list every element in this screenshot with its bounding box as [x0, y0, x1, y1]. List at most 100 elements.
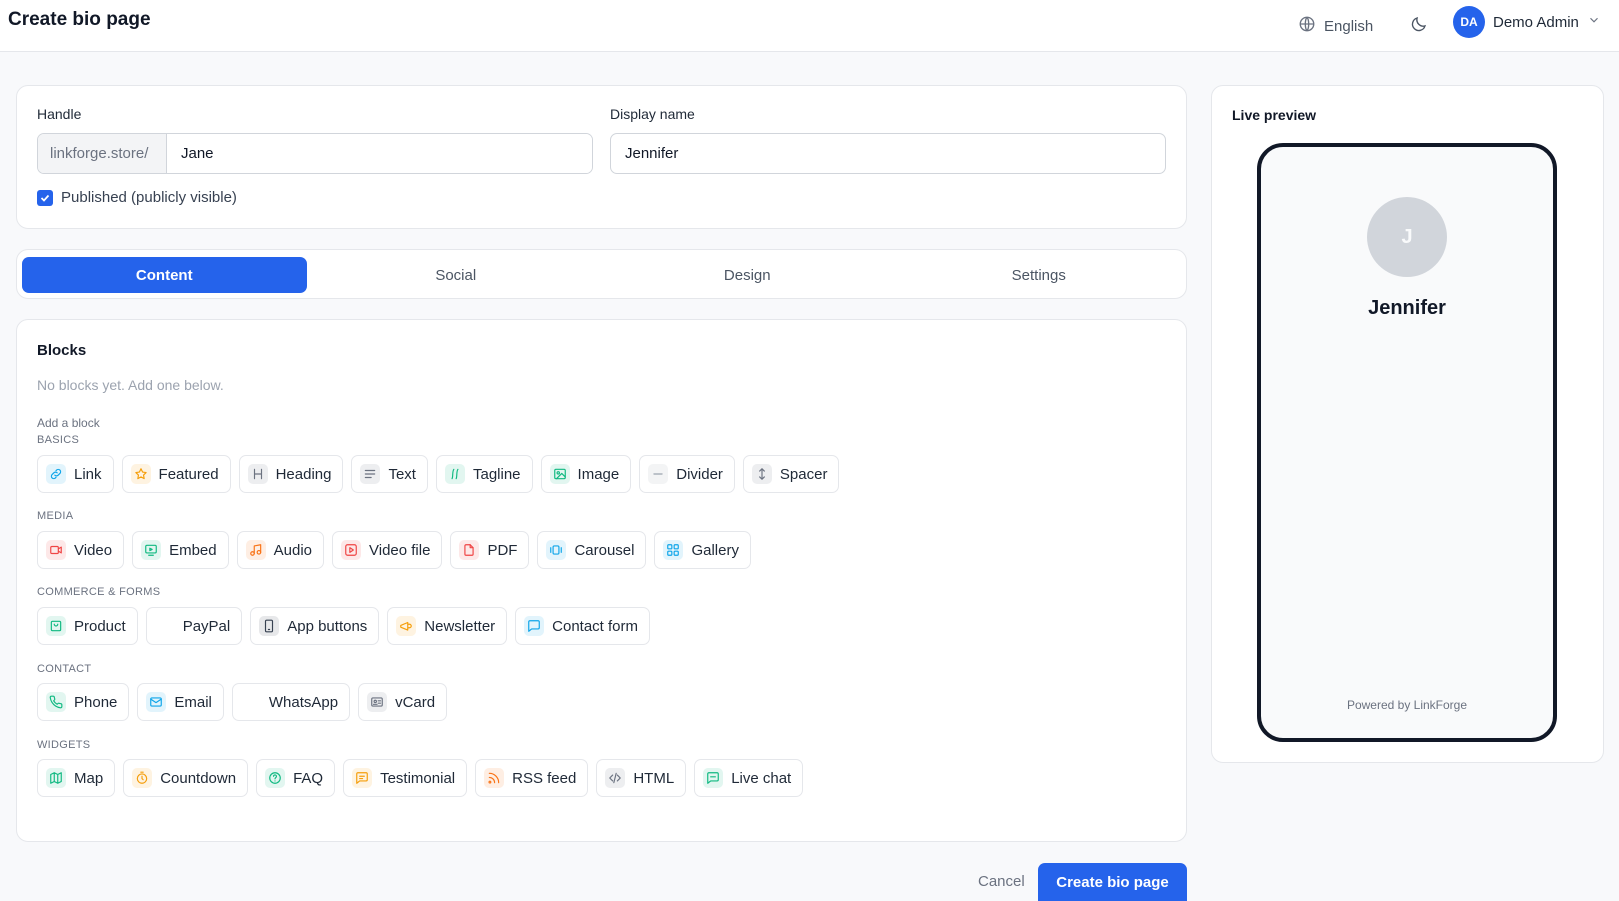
display-name-input[interactable] [610, 133, 1166, 174]
block-label: RSS feed [512, 769, 577, 787]
handle-input[interactable] [167, 134, 592, 173]
block-label: Carousel [574, 541, 635, 559]
moon-icon [1410, 15, 1428, 38]
add-block-email-button[interactable]: Email [137, 683, 224, 721]
add-block-video-button[interactable]: Video [37, 531, 125, 569]
mail-icon [146, 692, 167, 712]
add-block-video-file-button[interactable]: Video file [332, 531, 443, 569]
chat-icon [703, 768, 724, 788]
block-group-widgets: Map Countdown FAQ Testimonial RSS feed HTML Li… [37, 759, 804, 797]
handle-prefix: linkforge.store/ [38, 134, 167, 173]
block-label: Countdown [160, 769, 237, 787]
add-block-paypal-button[interactable]: PayPal [145, 607, 243, 645]
add-block-carousel-button[interactable]: Carousel [537, 531, 647, 569]
add-block-image-button[interactable]: Image [540, 455, 632, 493]
add-block-testimonial-button[interactable]: Testimonial [343, 759, 468, 797]
add-block-whatsapp-button[interactable]: WhatsApp [231, 683, 351, 721]
add-block-html-button[interactable]: HTML [596, 759, 687, 797]
add-block-rss-feed-button[interactable]: RSS feed [475, 759, 589, 797]
pdf-icon [459, 540, 480, 560]
block-label: Heading [275, 465, 332, 483]
block-label: Video [74, 541, 113, 559]
tab-design[interactable]: Design [605, 257, 890, 293]
top-bar: Create bio page English DA Demo Admin [0, 0, 1619, 52]
add-block-link-button[interactable]: Link [37, 455, 114, 493]
add-block-countdown-button[interactable]: Countdown [123, 759, 249, 797]
spacer-icon [751, 464, 772, 484]
block-label: Featured [158, 465, 219, 483]
add-block-vcard-button[interactable]: vCard [358, 683, 448, 721]
megaphone-icon [396, 616, 417, 636]
block-label: Contact form [552, 617, 639, 635]
whatsapp-icon [241, 692, 261, 712]
video-file-icon [341, 540, 361, 560]
blocks-title: Blocks [37, 342, 87, 359]
display-name-label: Display name [610, 106, 695, 122]
add-block-phone-button[interactable]: Phone [37, 683, 130, 721]
code-icon [605, 768, 626, 788]
block-label: Newsletter [424, 617, 496, 635]
link-icon [46, 464, 66, 484]
block-group-media: Video Embed Audio Video file PDF Carousel Gall… [37, 531, 751, 569]
tab-settings[interactable]: Settings [897, 257, 1182, 293]
block-group-commerce-forms: Product PayPal App buttons Newsletter Contac… [37, 607, 651, 645]
add-block-pdf-button[interactable]: PDF [450, 531, 530, 569]
add-block-app-buttons-button[interactable]: App buttons [250, 607, 380, 645]
add-block-text-button[interactable]: Text [351, 455, 428, 493]
product-icon [46, 616, 66, 636]
add-block-spacer-button[interactable]: Spacer [742, 455, 840, 493]
tab-social[interactable]: Social [314, 257, 599, 293]
create-bio-page-button[interactable]: Create bio page [1038, 863, 1187, 901]
language-label: English [1324, 17, 1374, 35]
handle-label: Handle [37, 106, 82, 122]
quote-icon [352, 768, 373, 788]
timer-icon [132, 768, 153, 788]
add-block-product-button[interactable]: Product [37, 607, 138, 645]
message-icon [524, 616, 545, 636]
block-label: Product [74, 617, 126, 635]
block-label: App buttons [287, 617, 368, 635]
preview-footer: Powered by LinkForge [1346, 698, 1468, 712]
empty-blocks-note: No blocks yet. Add one below. [37, 377, 224, 393]
gallery-icon [663, 540, 684, 560]
add-block-featured-button[interactable]: Featured [121, 455, 231, 493]
published-toggle[interactable]: Published (publicly visible) [37, 189, 237, 206]
add-block-map-button[interactable]: Map [37, 759, 116, 797]
user-avatar: DA [1453, 6, 1485, 38]
user-menu[interactable]: DA Demo Admin [1453, 5, 1601, 39]
add-block-gallery-button[interactable]: Gallery [654, 531, 751, 569]
block-label: Video file [369, 541, 431, 559]
add-block-heading-button[interactable]: Heading [238, 455, 344, 493]
video-icon [46, 540, 66, 560]
vcard-icon [367, 692, 388, 712]
block-group-label-media: MEDIA [37, 510, 74, 522]
tab-content[interactable]: Content [22, 257, 307, 293]
block-label: FAQ [293, 769, 324, 787]
paypal-icon [155, 616, 175, 636]
theme-toggle-button[interactable] [1404, 11, 1434, 41]
language-selector[interactable]: English [1298, 11, 1373, 41]
block-group-label-contact: CONTACT [37, 663, 92, 675]
add-block-tagline-button[interactable]: Tagline [435, 455, 533, 493]
preview-name: Jennifer [1368, 297, 1446, 319]
add-block-newsletter-button[interactable]: Newsletter [387, 607, 508, 645]
help-circle-icon [265, 768, 286, 788]
add-block-embed-button[interactable]: Embed [132, 531, 229, 569]
block-group-label-commerce-forms: COMMERCE & FORMS [37, 586, 161, 598]
identity-card: Handle linkforge.store/ Display name Pub… [16, 85, 1187, 229]
block-group-contact: Phone Email WhatsApp vCard [37, 683, 448, 721]
add-block-live-chat-button[interactable]: Live chat [694, 759, 804, 797]
live-preview-card: Live preview J Jennifer Powered by LinkF… [1211, 85, 1604, 763]
cancel-button[interactable]: Cancel [978, 873, 1025, 890]
image-icon [549, 464, 570, 484]
preview-avatar: J [1367, 197, 1447, 277]
add-block-divider-button[interactable]: Divider [639, 455, 735, 493]
add-block-faq-button[interactable]: FAQ [256, 759, 336, 797]
add-block-contact-form-button[interactable]: Contact form [515, 607, 651, 645]
add-block-audio-button[interactable]: Audio [236, 531, 324, 569]
published-label: Published (publicly visible) [61, 189, 237, 206]
block-label: Divider [676, 465, 723, 483]
chevron-down-icon [1587, 13, 1601, 32]
block-label: Audio [273, 541, 312, 559]
published-checkbox[interactable] [37, 189, 53, 206]
